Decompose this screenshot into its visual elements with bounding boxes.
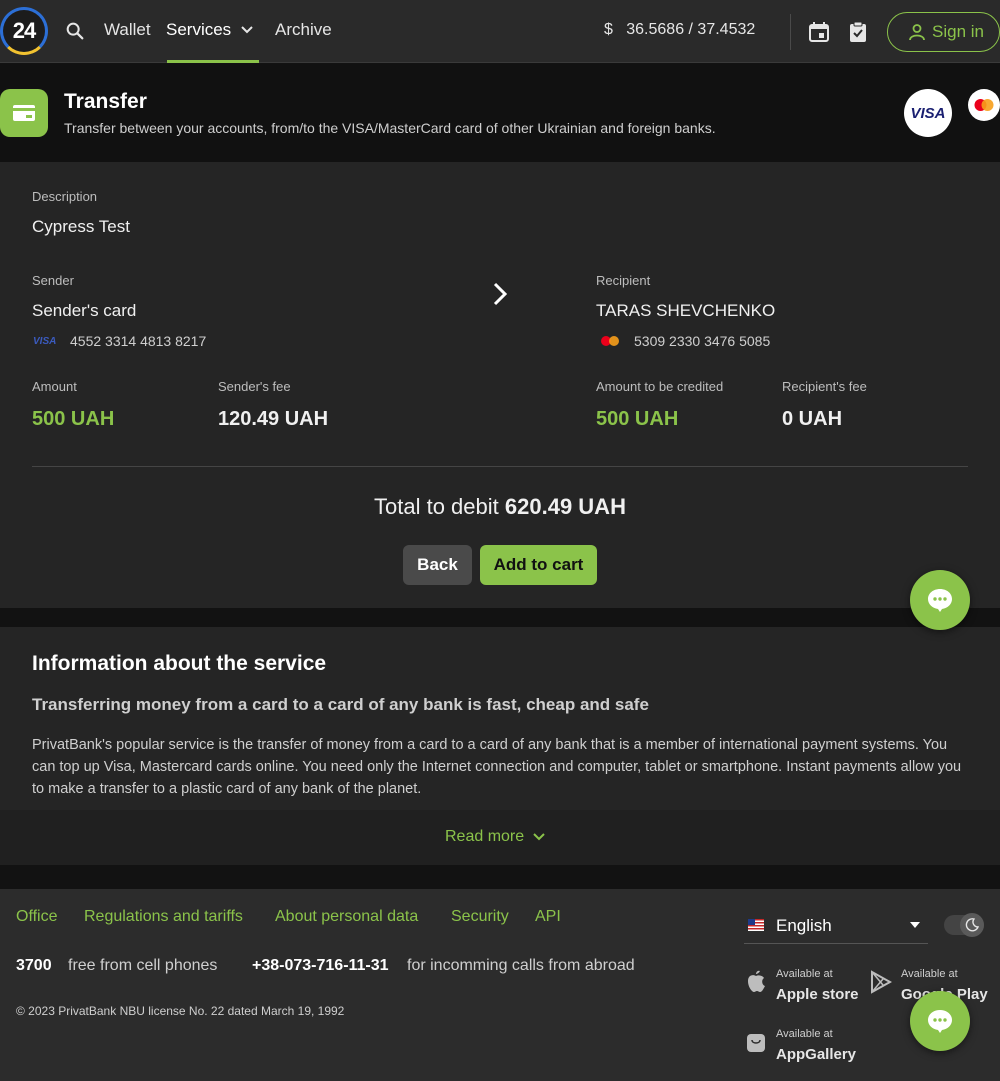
clipboard-check-icon[interactable] — [848, 21, 868, 43]
sender-fee-label: Sender's fee — [218, 379, 291, 394]
visa-logo-text: VISA — [910, 104, 946, 122]
read-more-label: Read more — [445, 828, 525, 845]
chevron-right-icon — [493, 282, 508, 306]
mastercard-logo — [968, 89, 1000, 121]
credited-value: 500 UAH — [596, 408, 679, 430]
total-value: 620.49 UAH — [504, 494, 626, 519]
chevron-down-icon[interactable] — [239, 22, 255, 38]
sender-card-number: 4552 3314 4813 8217 — [70, 333, 207, 349]
sender-label: Sender — [32, 273, 74, 288]
footer-link-tariffs[interactable]: Regulations and tariffs — [84, 908, 243, 926]
privat24-logo[interactable]: 24 — [0, 7, 48, 55]
total-to-debit: Total to debit 620.49 UAH — [0, 494, 1000, 520]
caret-down-icon — [910, 922, 920, 928]
page-title: Transfer — [64, 90, 147, 113]
recipient-fee-value: 0 UAH — [782, 408, 843, 430]
us-flag-icon — [748, 919, 764, 931]
exchange-rate: $ 36.5686 / 37.4532 — [604, 21, 755, 39]
user-icon — [909, 24, 925, 41]
recipient-label: Recipient — [596, 273, 651, 288]
sender-fee-value: 120.49 UAH — [218, 408, 329, 430]
chat-bubble-icon — [928, 1010, 952, 1033]
read-more-link[interactable]: Read more — [445, 828, 546, 846]
page-subtitle: Transfer between your accounts, from/to … — [64, 120, 716, 136]
recipient-card-number: 5309 2330 3476 5085 — [634, 333, 771, 349]
info-text: PrivatBank's popular service is the tran… — [32, 737, 962, 797]
phone-abroad[interactable]: +38-073-716-11-31 — [252, 957, 389, 975]
apple-store-label: Apple store — [776, 986, 859, 1003]
logo-text: 24 — [12, 18, 37, 43]
chat-button[interactable] — [910, 570, 970, 630]
phone-short[interactable]: 3700 — [16, 957, 52, 975]
google-available-label: Available at — [901, 968, 958, 980]
apple-available-label: Available at — [776, 968, 833, 980]
credited-label: Amount to be credited — [596, 379, 724, 394]
nav-divider — [790, 14, 791, 50]
divider — [32, 466, 968, 467]
nav-archive[interactable]: Archive — [275, 20, 332, 40]
footer-link-api[interactable]: API — [535, 908, 561, 926]
huawei-appgallery-icon — [747, 1034, 765, 1052]
footer-link-office[interactable]: Office — [16, 908, 58, 926]
recipient-value: TARAS SHEVCHENKO — [596, 301, 776, 320]
google-play-icon — [871, 970, 892, 994]
exchange-rate-value: 36.5686 / 37.4532 — [626, 21, 756, 38]
description-value: Cypress Test — [32, 217, 130, 236]
amount-value: 500 UAH — [32, 408, 115, 430]
chat-bubble-icon — [928, 589, 952, 612]
moon-icon — [960, 913, 984, 937]
sign-in-label: Sign in — [932, 22, 984, 41]
footer-link-security[interactable]: Security — [451, 908, 509, 926]
chevron-down-icon — [533, 833, 545, 841]
info-title: Information about the service — [32, 652, 327, 675]
total-label: Total to debit — [374, 494, 499, 519]
description-label: Description — [32, 189, 98, 204]
visa-icon: VISA — [33, 336, 57, 347]
amount-label: Amount — [32, 379, 77, 394]
card-icon — [0, 89, 48, 137]
dollar-symbol: $ — [604, 21, 613, 38]
apple-icon — [748, 970, 765, 992]
mastercard-icon — [601, 336, 619, 346]
info-subtitle: Transferring money from a card to a card… — [32, 695, 649, 714]
nav-services[interactable]: Services — [166, 20, 231, 40]
back-button[interactable]: Back — [403, 545, 472, 585]
recipient-fee-label: Recipient's fee — [782, 379, 867, 394]
phone-abroad-note: for incomming calls from abroad — [407, 957, 635, 974]
nav-wallet[interactable]: Wallet — [104, 20, 151, 40]
service-header — [0, 64, 1000, 162]
phone-short-note: free from cell phones — [68, 957, 218, 974]
search-icon[interactable] — [64, 20, 86, 42]
sign-in-button[interactable]: Sign in — [887, 12, 1000, 52]
sender-value: Sender's card — [32, 301, 137, 320]
appgallery-available-label: Available at — [776, 1028, 833, 1040]
appgallery-label: AppGallery — [776, 1046, 857, 1063]
footer-link-personal-data[interactable]: About personal data — [275, 908, 418, 926]
language-select[interactable]: English — [744, 908, 928, 944]
language-label: English — [776, 916, 832, 935]
visa-logo: VISA — [904, 89, 952, 137]
chat-button-footer[interactable] — [910, 991, 970, 1051]
add-to-cart-button[interactable]: Add to cart — [480, 545, 597, 585]
copyright: © 2023 PrivatBank NBU license No. 22 dat… — [16, 1004, 345, 1018]
active-tab-indicator — [167, 60, 259, 63]
calendar-icon[interactable] — [808, 21, 830, 43]
